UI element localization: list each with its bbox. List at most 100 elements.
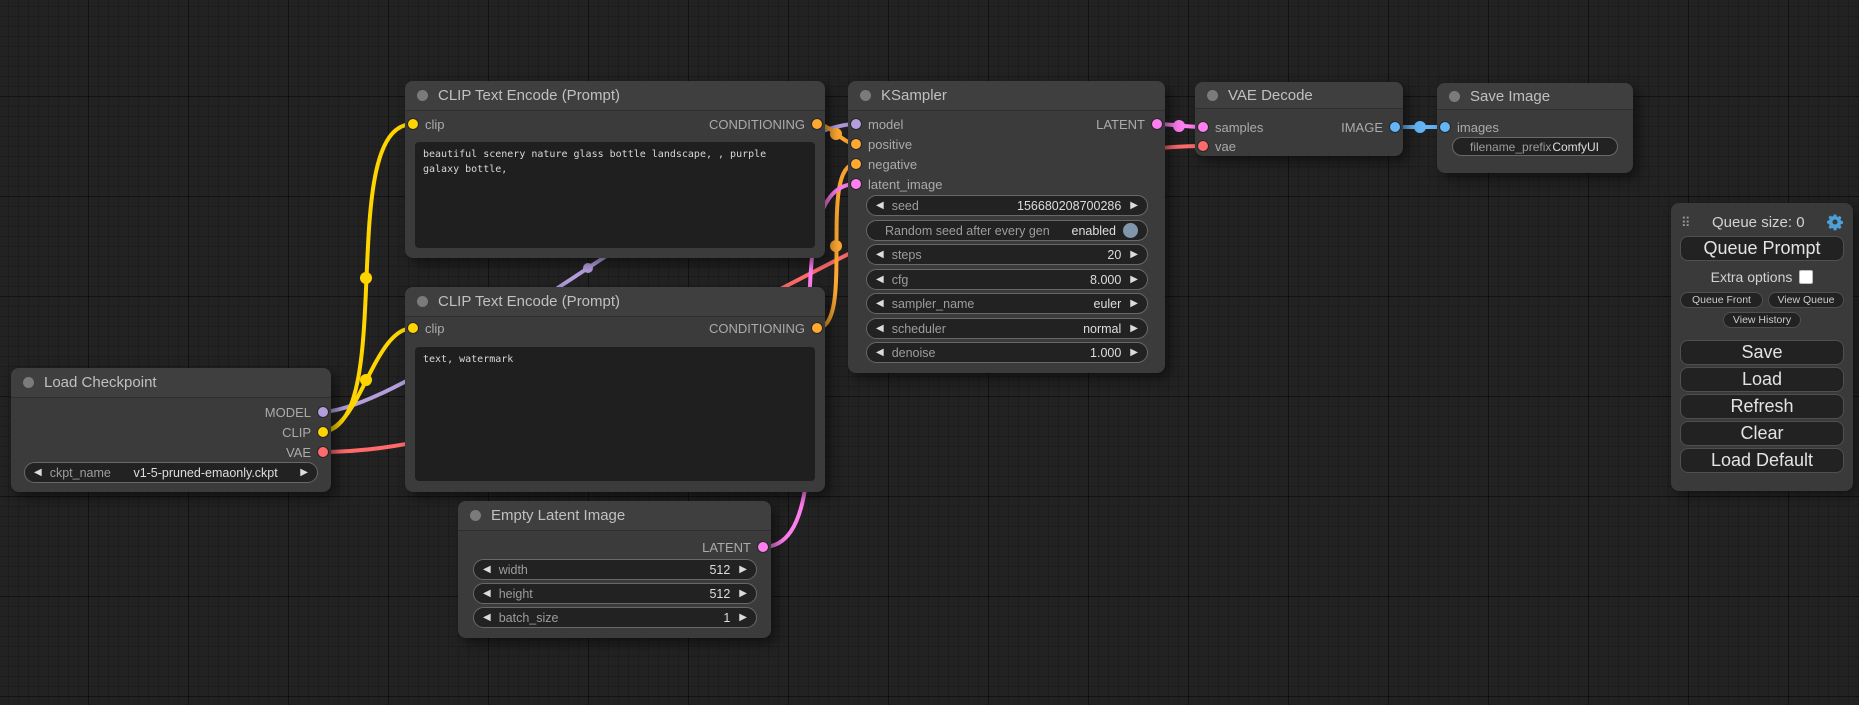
latent-port-icon[interactable] xyxy=(851,179,861,189)
widget-random-seed-toggle[interactable]: Random seed after every gen enabled xyxy=(866,220,1148,241)
increment-arrow-icon[interactable]: ▶ xyxy=(1130,348,1138,358)
decrement-arrow-icon[interactable]: ◀ xyxy=(483,589,491,599)
node-title-bar[interactable]: KSampler xyxy=(848,81,1165,111)
node-title-bar[interactable]: CLIP Text Encode (Prompt) xyxy=(405,81,825,111)
view-queue-button[interactable]: View Queue xyxy=(1768,292,1844,308)
input-slot-clip[interactable]: clip xyxy=(408,320,445,336)
vae-port-icon[interactable] xyxy=(1198,141,1208,151)
input-slot-latent-image[interactable]: latent_image xyxy=(851,176,942,192)
collapse-dot[interactable] xyxy=(1449,91,1460,102)
widget-width[interactable]: ◀ width 512 ▶ xyxy=(473,559,757,580)
latent-port-icon[interactable] xyxy=(758,542,768,552)
extra-options-checkbox[interactable] xyxy=(1799,270,1813,284)
settings-gear-icon[interactable] xyxy=(1826,213,1844,231)
widget-ckpt-name[interactable]: ◀ ckpt_name v1-5-pruned-emaonly.ckpt ▶ xyxy=(24,462,318,483)
clear-button[interactable]: Clear xyxy=(1680,421,1844,446)
increment-arrow-icon[interactable]: ▶ xyxy=(1130,250,1138,260)
increment-arrow-icon[interactable]: ▶ xyxy=(300,468,308,478)
widget-steps[interactable]: ◀ steps 20 ▶ xyxy=(866,244,1148,265)
decrement-arrow-icon[interactable]: ◀ xyxy=(876,299,884,309)
latent-port-icon[interactable] xyxy=(1152,119,1162,129)
image-port-icon[interactable] xyxy=(1390,122,1400,132)
toggle-knob-icon[interactable] xyxy=(1123,223,1138,238)
widget-height[interactable]: ◀ height 512 ▶ xyxy=(473,583,757,604)
image-port-icon[interactable] xyxy=(1440,122,1450,132)
load-default-button[interactable]: Load Default xyxy=(1680,448,1844,473)
decrement-arrow-icon[interactable]: ◀ xyxy=(876,275,884,285)
node-title-bar[interactable]: Load Checkpoint xyxy=(11,368,331,398)
increment-arrow-icon[interactable]: ▶ xyxy=(739,589,747,599)
collapse-dot[interactable] xyxy=(417,296,428,307)
input-slot-images[interactable]: images xyxy=(1440,119,1499,135)
load-button[interactable]: Load xyxy=(1680,367,1844,392)
widget-scheduler[interactable]: ◀ scheduler normal ▶ xyxy=(866,318,1148,339)
queue-prompt-button[interactable]: Queue Prompt xyxy=(1680,236,1844,261)
queue-front-button[interactable]: Queue Front xyxy=(1680,292,1763,308)
conditioning-port-icon[interactable] xyxy=(851,139,861,149)
output-slot-model[interactable]: MODEL xyxy=(265,404,328,420)
collapse-dot[interactable] xyxy=(417,90,428,101)
output-slot-conditioning[interactable]: CONDITIONING xyxy=(709,116,822,132)
widget-sampler-name[interactable]: ◀ sampler_name euler ▶ xyxy=(866,293,1148,314)
node-title-bar[interactable]: Save Image xyxy=(1437,83,1633,110)
save-button[interactable]: Save xyxy=(1680,340,1844,365)
drag-handle-icon[interactable]: ⠿ xyxy=(1681,216,1691,229)
increment-arrow-icon[interactable]: ▶ xyxy=(1130,299,1138,309)
node-clip-text-encode-negative[interactable]: CLIP Text Encode (Prompt) clip CONDITION… xyxy=(405,287,825,492)
input-slot-positive[interactable]: positive xyxy=(851,136,912,152)
node-clip-text-encode-positive[interactable]: CLIP Text Encode (Prompt) clip CONDITION… xyxy=(405,81,825,258)
clip-port-icon[interactable] xyxy=(318,427,328,437)
collapse-dot[interactable] xyxy=(23,377,34,388)
clip-port-icon[interactable] xyxy=(408,119,418,129)
input-slot-vae[interactable]: vae xyxy=(1198,138,1236,154)
refresh-button[interactable]: Refresh xyxy=(1680,394,1844,419)
input-slot-clip[interactable]: clip xyxy=(408,116,445,132)
collapse-dot[interactable] xyxy=(860,90,871,101)
view-history-button[interactable]: View History xyxy=(1723,312,1801,328)
collapse-dot[interactable] xyxy=(470,510,481,521)
prompt-textarea[interactable]: beautiful scenery nature glass bottle la… xyxy=(415,142,815,248)
increment-arrow-icon[interactable]: ▶ xyxy=(1130,324,1138,334)
node-title-bar[interactable]: Empty Latent Image xyxy=(458,501,771,531)
increment-arrow-icon[interactable]: ▶ xyxy=(739,565,747,575)
decrement-arrow-icon[interactable]: ◀ xyxy=(34,468,42,478)
widget-filename-prefix[interactable]: filename_prefix ComfyUI xyxy=(1452,137,1618,156)
output-slot-latent[interactable]: LATENT xyxy=(702,539,768,555)
output-slot-vae[interactable]: VAE xyxy=(286,444,328,460)
vae-port-icon[interactable] xyxy=(318,447,328,457)
latent-port-icon[interactable] xyxy=(1198,122,1208,132)
output-slot-latent[interactable]: LATENT xyxy=(1096,116,1162,132)
prompt-textarea[interactable]: text, watermark xyxy=(415,347,815,481)
decrement-arrow-icon[interactable]: ◀ xyxy=(483,565,491,575)
decrement-arrow-icon[interactable]: ◀ xyxy=(876,250,884,260)
output-slot-clip[interactable]: CLIP xyxy=(282,424,328,440)
widget-seed[interactable]: ◀ seed 156680208700286 ▶ xyxy=(866,195,1148,216)
node-ksampler[interactable]: KSampler model positive negative latent_… xyxy=(848,81,1165,373)
node-title-bar[interactable]: VAE Decode xyxy=(1195,82,1403,109)
increment-arrow-icon[interactable]: ▶ xyxy=(1130,275,1138,285)
increment-arrow-icon[interactable]: ▶ xyxy=(1130,201,1138,211)
output-slot-image[interactable]: IMAGE xyxy=(1341,119,1400,135)
decrement-arrow-icon[interactable]: ◀ xyxy=(876,324,884,334)
node-title-bar[interactable]: CLIP Text Encode (Prompt) xyxy=(405,287,825,317)
widget-cfg[interactable]: ◀ cfg 8.000 ▶ xyxy=(866,269,1148,290)
decrement-arrow-icon[interactable]: ◀ xyxy=(876,348,884,358)
input-slot-model[interactable]: model xyxy=(851,116,903,132)
model-port-icon[interactable] xyxy=(851,119,861,129)
decrement-arrow-icon[interactable]: ◀ xyxy=(483,613,491,623)
clip-port-icon[interactable] xyxy=(408,323,418,333)
widget-batch-size[interactable]: ◀ batch_size 1 ▶ xyxy=(473,607,757,628)
conditioning-port-icon[interactable] xyxy=(812,323,822,333)
conditioning-port-icon[interactable] xyxy=(812,119,822,129)
node-vae-decode[interactable]: VAE Decode samples vae IMAGE xyxy=(1195,82,1403,156)
input-slot-samples[interactable]: samples xyxy=(1198,119,1263,135)
widget-denoise[interactable]: ◀ denoise 1.000 ▶ xyxy=(866,342,1148,363)
increment-arrow-icon[interactable]: ▶ xyxy=(739,613,747,623)
collapse-dot[interactable] xyxy=(1207,90,1218,101)
node-load-checkpoint[interactable]: Load Checkpoint MODEL CLIP VAE ◀ ckpt_na… xyxy=(11,368,331,492)
input-slot-negative[interactable]: negative xyxy=(851,156,917,172)
model-port-icon[interactable] xyxy=(318,407,328,417)
node-graph-canvas[interactable]: Load Checkpoint MODEL CLIP VAE ◀ ckpt_na… xyxy=(0,0,1859,705)
conditioning-port-icon[interactable] xyxy=(851,159,861,169)
output-slot-conditioning[interactable]: CONDITIONING xyxy=(709,320,822,336)
